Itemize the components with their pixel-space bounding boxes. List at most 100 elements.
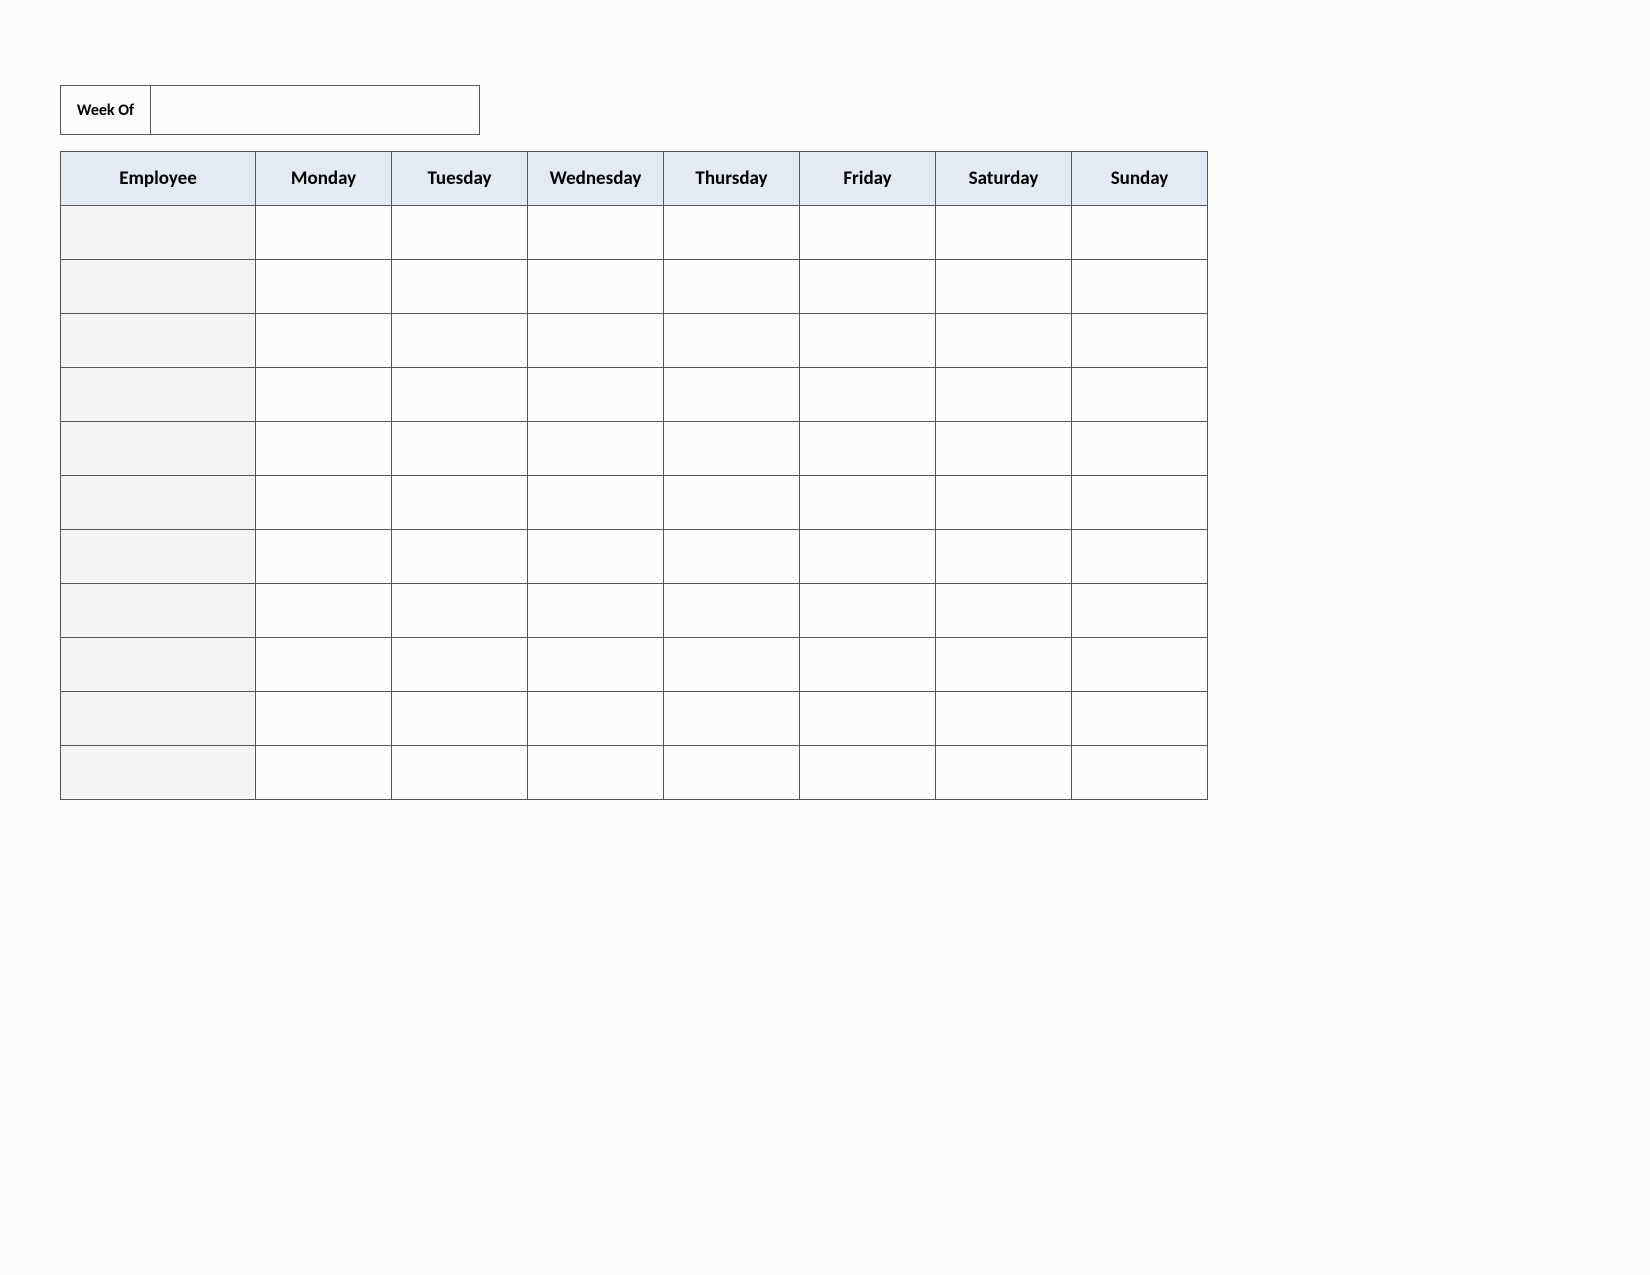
cell-tuesday[interactable] — [392, 692, 528, 746]
cell-wednesday[interactable] — [528, 746, 664, 800]
cell-thursday[interactable] — [664, 314, 800, 368]
cell-sunday[interactable] — [1072, 584, 1208, 638]
cell-friday[interactable] — [800, 584, 936, 638]
cell-thursday[interactable] — [664, 692, 800, 746]
cell-sunday[interactable] — [1072, 476, 1208, 530]
cell-saturday[interactable] — [936, 530, 1072, 584]
cell-monday[interactable] — [256, 638, 392, 692]
cell-sunday[interactable] — [1072, 260, 1208, 314]
col-header-tuesday: Tuesday — [392, 152, 528, 206]
cell-tuesday[interactable] — [392, 584, 528, 638]
cell-saturday[interactable] — [936, 314, 1072, 368]
cell-wednesday[interactable] — [528, 422, 664, 476]
cell-employee[interactable] — [61, 314, 256, 368]
cell-thursday[interactable] — [664, 368, 800, 422]
cell-monday[interactable] — [256, 260, 392, 314]
cell-tuesday[interactable] — [392, 314, 528, 368]
cell-monday[interactable] — [256, 530, 392, 584]
cell-employee[interactable] — [61, 260, 256, 314]
cell-wednesday[interactable] — [528, 476, 664, 530]
cell-tuesday[interactable] — [392, 422, 528, 476]
cell-saturday[interactable] — [936, 422, 1072, 476]
cell-tuesday[interactable] — [392, 476, 528, 530]
table-row — [61, 422, 1208, 476]
cell-friday[interactable] — [800, 530, 936, 584]
cell-sunday[interactable] — [1072, 368, 1208, 422]
cell-friday[interactable] — [800, 314, 936, 368]
cell-employee[interactable] — [61, 692, 256, 746]
cell-thursday[interactable] — [664, 746, 800, 800]
table-row — [61, 206, 1208, 260]
cell-wednesday[interactable] — [528, 206, 664, 260]
cell-sunday[interactable] — [1072, 530, 1208, 584]
table-row — [61, 476, 1208, 530]
cell-thursday[interactable] — [664, 584, 800, 638]
cell-friday[interactable] — [800, 260, 936, 314]
cell-friday[interactable] — [800, 368, 936, 422]
cell-tuesday[interactable] — [392, 530, 528, 584]
cell-employee[interactable] — [61, 584, 256, 638]
cell-wednesday[interactable] — [528, 260, 664, 314]
cell-wednesday[interactable] — [528, 314, 664, 368]
cell-tuesday[interactable] — [392, 260, 528, 314]
cell-monday[interactable] — [256, 422, 392, 476]
cell-employee[interactable] — [61, 530, 256, 584]
cell-saturday[interactable] — [936, 584, 1072, 638]
cell-monday[interactable] — [256, 746, 392, 800]
cell-sunday[interactable] — [1072, 746, 1208, 800]
cell-sunday[interactable] — [1072, 206, 1208, 260]
cell-employee[interactable] — [61, 638, 256, 692]
table-row — [61, 584, 1208, 638]
cell-wednesday[interactable] — [528, 692, 664, 746]
cell-saturday[interactable] — [936, 260, 1072, 314]
cell-friday[interactable] — [800, 206, 936, 260]
cell-thursday[interactable] — [664, 476, 800, 530]
cell-friday[interactable] — [800, 422, 936, 476]
cell-friday[interactable] — [800, 638, 936, 692]
cell-thursday[interactable] — [664, 260, 800, 314]
cell-tuesday[interactable] — [392, 206, 528, 260]
week-of-box: Week Of — [60, 85, 480, 135]
cell-friday[interactable] — [800, 692, 936, 746]
cell-monday[interactable] — [256, 368, 392, 422]
cell-monday[interactable] — [256, 476, 392, 530]
cell-friday[interactable] — [800, 476, 936, 530]
cell-wednesday[interactable] — [528, 638, 664, 692]
cell-monday[interactable] — [256, 314, 392, 368]
cell-monday[interactable] — [256, 584, 392, 638]
cell-saturday[interactable] — [936, 638, 1072, 692]
cell-thursday[interactable] — [664, 638, 800, 692]
cell-tuesday[interactable] — [392, 746, 528, 800]
cell-tuesday[interactable] — [392, 638, 528, 692]
cell-saturday[interactable] — [936, 746, 1072, 800]
cell-employee[interactable] — [61, 422, 256, 476]
cell-saturday[interactable] — [936, 206, 1072, 260]
cell-employee[interactable] — [61, 746, 256, 800]
cell-employee[interactable] — [61, 368, 256, 422]
cell-friday[interactable] — [800, 746, 936, 800]
col-header-thursday: Thursday — [664, 152, 800, 206]
cell-wednesday[interactable] — [528, 368, 664, 422]
cell-tuesday[interactable] — [392, 368, 528, 422]
cell-thursday[interactable] — [664, 530, 800, 584]
cell-thursday[interactable] — [664, 422, 800, 476]
cell-sunday[interactable] — [1072, 314, 1208, 368]
table-row — [61, 746, 1208, 800]
cell-wednesday[interactable] — [528, 584, 664, 638]
cell-saturday[interactable] — [936, 476, 1072, 530]
cell-wednesday[interactable] — [528, 530, 664, 584]
cell-thursday[interactable] — [664, 206, 800, 260]
week-of-label: Week Of — [61, 86, 151, 134]
cell-sunday[interactable] — [1072, 422, 1208, 476]
cell-saturday[interactable] — [936, 368, 1072, 422]
cell-saturday[interactable] — [936, 692, 1072, 746]
table-row — [61, 530, 1208, 584]
cell-sunday[interactable] — [1072, 638, 1208, 692]
cell-employee[interactable] — [61, 206, 256, 260]
cell-employee[interactable] — [61, 476, 256, 530]
cell-sunday[interactable] — [1072, 692, 1208, 746]
cell-monday[interactable] — [256, 206, 392, 260]
week-of-input[interactable] — [151, 86, 479, 134]
cell-monday[interactable] — [256, 692, 392, 746]
col-header-employee: Employee — [61, 152, 256, 206]
